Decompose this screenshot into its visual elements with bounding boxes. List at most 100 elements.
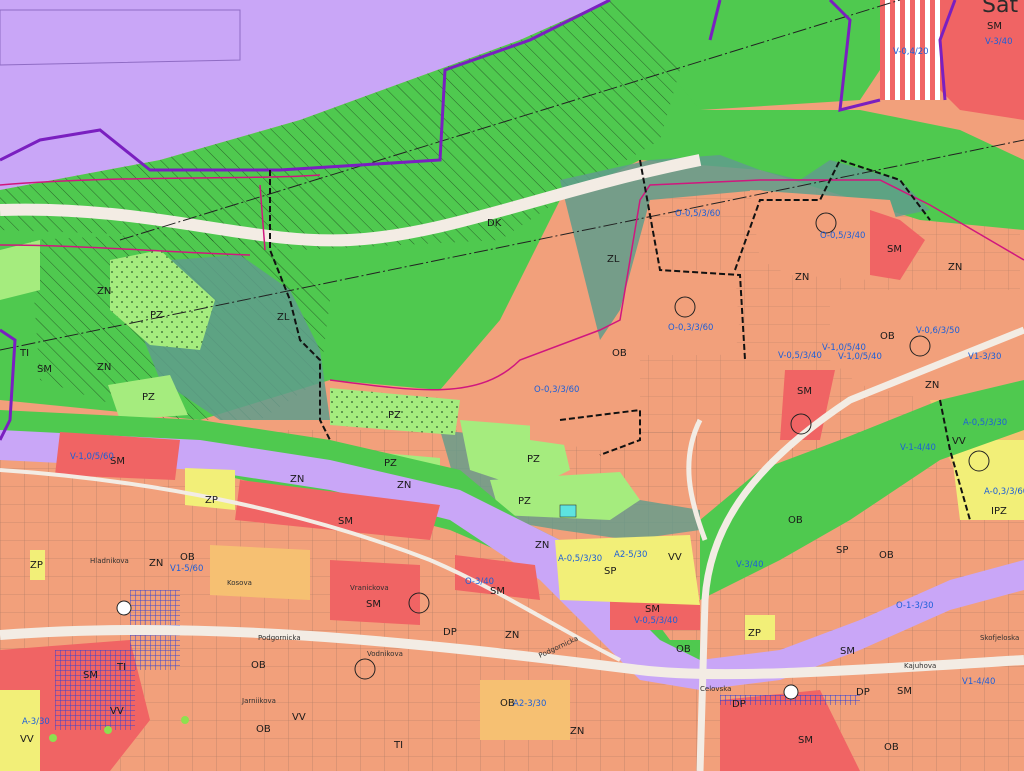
- label-zn: ZN: [570, 726, 584, 737]
- code-label: O-0,5/3/60: [675, 209, 720, 219]
- label-ob: OB: [676, 644, 691, 655]
- label-pz: PZ: [527, 454, 540, 465]
- label-sm: SM: [987, 21, 1002, 32]
- code-label: V-1,0/5/60: [70, 452, 114, 462]
- street-label: Vodnikova: [367, 650, 403, 658]
- metro-circle: [116, 600, 132, 616]
- label-ti: TI: [116, 662, 126, 673]
- label-pz: PZ: [518, 496, 531, 507]
- label-ti: TI: [19, 348, 29, 359]
- label-sm: SM: [366, 599, 381, 610]
- label-zl: ZL: [277, 312, 290, 323]
- label-sm: SM: [798, 735, 813, 746]
- code-label: V-3/40: [985, 37, 1012, 47]
- label-ob: OB: [180, 552, 195, 563]
- top-right-place-name: Sat: [982, 0, 1018, 18]
- label-zn: ZN: [97, 286, 111, 297]
- code-label: V-0,6/3/50: [916, 326, 960, 336]
- label-sm: SM: [37, 364, 52, 375]
- zoning-map-canvas: Sat DK ZL ZL ZN ZN ZN ZN ZN ZN ZN ZN ZN …: [0, 0, 1024, 771]
- label-sp: SP: [836, 545, 848, 556]
- label-sm: SM: [887, 244, 902, 255]
- label-sm: SM: [797, 386, 812, 397]
- label-sm: SM: [645, 604, 660, 615]
- code-label: V1-3/30: [968, 352, 1001, 362]
- label-sm: SM: [897, 686, 912, 697]
- code-label: V-1-4/40: [900, 443, 936, 453]
- code-label: A-3/30: [22, 717, 50, 727]
- label-vv: VV: [292, 712, 306, 723]
- label-zn: ZN: [795, 272, 809, 283]
- label-pz: PZ: [388, 410, 401, 421]
- tree-marker: [104, 726, 112, 734]
- label-dp: DP: [732, 699, 746, 710]
- label-vv: VV: [952, 436, 966, 447]
- label-sm: SM: [840, 646, 855, 657]
- code-label: A-0,5/3/30: [963, 418, 1007, 428]
- code-label: V-0,4/20: [893, 47, 929, 57]
- code-label: O-0,5/3/40: [820, 231, 865, 241]
- code-label: V1-5/60: [170, 564, 203, 574]
- label-ipz: IPZ: [991, 506, 1007, 517]
- label-zn: ZN: [948, 262, 962, 273]
- label-zp: ZP: [205, 495, 218, 506]
- label-zp: ZP: [30, 560, 43, 571]
- street-label: Skofjeloska: [980, 634, 1019, 642]
- label-zn: ZN: [149, 558, 163, 569]
- label-vv: VV: [110, 706, 124, 717]
- label-dk: DK: [487, 218, 502, 229]
- code-label: A-0,3/3/60: [984, 487, 1024, 497]
- code-label: V-1,0/5/40: [838, 352, 882, 362]
- water-body-south: [559, 504, 577, 518]
- street-label: Podgornicka: [258, 634, 301, 642]
- code-label: O-1-3/30: [896, 601, 934, 611]
- code-label: O-0,3/3/60: [534, 385, 579, 395]
- label-ob: OB: [879, 550, 894, 561]
- street-label: Kosova: [227, 579, 252, 587]
- label-ob: OB: [788, 515, 803, 526]
- special-zp-south: [210, 545, 310, 600]
- street-label: Jarniikova: [241, 697, 276, 705]
- label-vv: VV: [20, 734, 34, 745]
- label-zn: ZN: [535, 540, 549, 551]
- code-label: V-0,5/3/40: [778, 351, 822, 361]
- label-ob: OB: [880, 331, 895, 342]
- label-sm: SM: [338, 516, 353, 527]
- code-label: A-0,5/3/30: [558, 554, 602, 564]
- tree-marker: [49, 734, 57, 742]
- code-label: V-0,5/3/40: [634, 616, 678, 626]
- code-label: A2-3/30: [513, 699, 546, 709]
- code-label: V-3/40: [736, 560, 763, 570]
- code-label: O-0,3/3/60: [668, 323, 713, 333]
- label-zn: ZN: [505, 630, 519, 641]
- label-ob: OB: [256, 724, 271, 735]
- label-ob: OB: [251, 660, 266, 671]
- sport-sp-central: [555, 535, 700, 605]
- street-label: Celovska: [700, 685, 731, 693]
- street-label: Vranickova: [350, 584, 389, 592]
- tree-marker: [181, 716, 189, 724]
- garden-pz-far-west: [0, 240, 40, 300]
- label-sp: SP: [604, 566, 616, 577]
- label-sm: SM: [83, 670, 98, 681]
- zoning-map: Sat DK ZL ZL ZN ZN ZN ZN ZN ZN ZN ZN ZN …: [0, 0, 1024, 771]
- metro-circle: [783, 684, 799, 700]
- label-zn: ZN: [397, 480, 411, 491]
- label-zn: ZN: [97, 362, 111, 373]
- label-zn: ZN: [290, 474, 304, 485]
- label-zp: ZP: [748, 628, 761, 639]
- street-label: Kajuhova: [904, 662, 936, 670]
- code-label: O-3/40: [465, 577, 494, 587]
- residential-ob-east-1: [640, 270, 740, 355]
- code-label: V1-4/40: [962, 677, 995, 687]
- label-vv: VV: [668, 552, 682, 563]
- label-ti: TI: [393, 740, 403, 751]
- label-pz: PZ: [150, 310, 163, 321]
- label-dp: DP: [443, 627, 457, 638]
- label-zn: ZN: [925, 380, 939, 391]
- label-ob: OB: [884, 742, 899, 753]
- code-label: A2-5/30: [614, 550, 647, 560]
- label-pz: PZ: [142, 392, 155, 403]
- label-pz: PZ: [384, 458, 397, 469]
- street-label: Hladnikova: [90, 557, 129, 565]
